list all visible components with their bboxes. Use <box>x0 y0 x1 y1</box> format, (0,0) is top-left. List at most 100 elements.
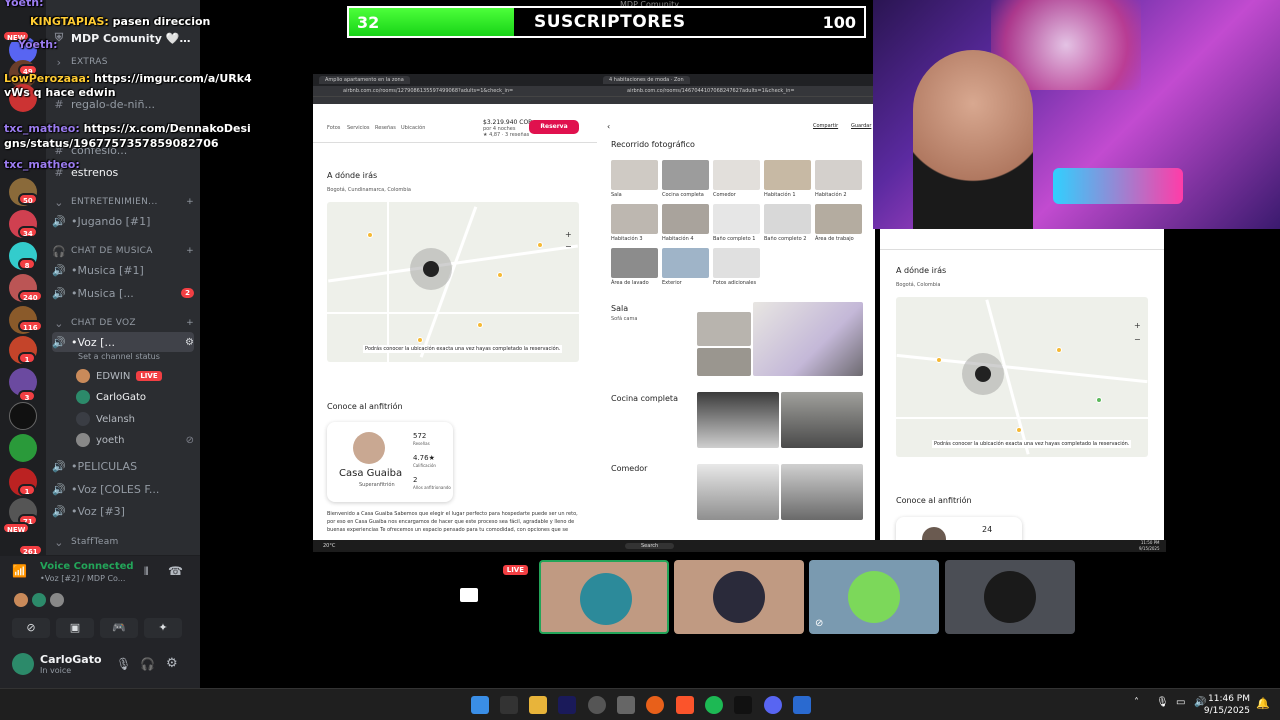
app-icon[interactable] <box>646 696 664 714</box>
photo-tour-thumb[interactable] <box>611 204 658 234</box>
nav-ubicacion[interactable]: Ubicación <box>401 125 425 131</box>
browser-tab[interactable]: Amplio apartamento en la zona <box>319 76 410 84</box>
clock[interactable]: 11:46 PM 9/15/2025 <box>1204 693 1250 717</box>
channel-voz-coles[interactable]: 🔊 •Voz [COLES F... <box>52 479 194 499</box>
back-icon[interactable]: ‹ <box>607 122 610 131</box>
set-channel-status[interactable]: Set a channel status <box>78 352 160 361</box>
save-button[interactable]: Guardar <box>851 123 871 129</box>
add-channel-icon[interactable]: + <box>186 197 194 207</box>
photo-tour-thumb[interactable] <box>713 160 760 190</box>
photo-tour-thumb[interactable] <box>713 204 760 234</box>
spotify-icon[interactable] <box>705 696 723 714</box>
category-extras[interactable]: › EXTRAS <box>52 52 194 72</box>
photo-tour-thumb[interactable] <box>662 204 709 234</box>
share-button[interactable]: Compartir <box>813 123 838 129</box>
photo[interactable] <box>697 464 779 520</box>
avatar <box>32 593 46 607</box>
category-musica[interactable]: 🎧 CHAT DE MUSICA + <box>52 241 194 261</box>
zoom-in-icon[interactable]: + <box>1134 321 1141 330</box>
camera-off-button[interactable]: ⊘ <box>12 618 50 638</box>
brave-icon[interactable] <box>676 696 694 714</box>
discord-icon[interactable] <box>764 696 782 714</box>
add-channel-icon[interactable]: + <box>186 246 194 256</box>
nav-servicios[interactable]: Servicios <box>347 125 369 131</box>
channel-voz-3[interactable]: 🔊 •Voz [#3] <box>52 501 194 521</box>
location-map[interactable]: + − Podrás conocer la ubicación exacta u… <box>896 297 1148 457</box>
voice-user[interactable]: yoeth ⊘ <box>76 430 194 450</box>
screen-share-button[interactable]: ▣ <box>56 618 94 638</box>
gear-icon[interactable]: ⚙ <box>166 656 178 671</box>
category-entretenimiento[interactable]: ⌄ ENTRETENIMIEN... + <box>52 192 194 212</box>
photo[interactable] <box>697 312 751 346</box>
category-voz[interactable]: ⌄ CHAT DE VOZ + <box>52 313 194 333</box>
activity-button[interactable]: 🎮 <box>100 618 138 638</box>
voice-user[interactable]: CarloGato <box>76 387 194 407</box>
photo-tour-thumb[interactable] <box>662 160 709 190</box>
photo-tour-thumb[interactable] <box>662 248 709 278</box>
channel-musica-1[interactable]: 🔊 •Musica [#1] <box>52 260 194 280</box>
photo-tour-thumb[interactable] <box>764 204 811 234</box>
category-staff[interactable]: ⌄ StaffTeam <box>52 532 194 552</box>
channel-voz-active[interactable]: 🔊 •Voz [... ⚙ <box>52 332 194 352</box>
avatar[interactable] <box>12 653 34 675</box>
reserve-button[interactable]: Reserva <box>529 120 579 134</box>
file-explorer-icon[interactable] <box>529 696 547 714</box>
obs-icon[interactable] <box>588 696 606 714</box>
tiktok-icon[interactable] <box>734 696 752 714</box>
noise-icon[interactable]: ⫴ <box>144 565 149 579</box>
add-channel-icon[interactable]: + <box>186 318 194 328</box>
server-header[interactable]: ⛨ MDP Comunity 🤍 ... <box>52 28 194 48</box>
settings-icon[interactable]: ⚙ <box>185 337 194 348</box>
network-icon[interactable]: ▭ <box>1176 697 1185 708</box>
photo-tour-thumb[interactable] <box>815 204 862 234</box>
app-icon[interactable] <box>617 696 635 714</box>
address-bar[interactable]: airbnb.com.co/rooms/1467044107068247627a… <box>597 86 875 96</box>
notification-icon[interactable]: 🔔 <box>1256 697 1270 710</box>
photo[interactable] <box>697 392 779 448</box>
photo[interactable] <box>697 348 751 376</box>
nav-fotos[interactable]: Fotos <box>327 125 340 131</box>
photo[interactable] <box>781 392 863 448</box>
microphone-icon[interactable]: 🎙 <box>116 657 131 671</box>
photo-tour-thumb[interactable] <box>713 248 760 278</box>
start-icon[interactable] <box>471 696 489 714</box>
host-card[interactable]: 24 <box>896 517 1022 540</box>
voice-user[interactable]: Velansh <box>76 409 194 429</box>
voice-status[interactable]: Voice Connected <box>40 561 134 572</box>
channel-jugando[interactable]: 🔊 •Jugando [#1] <box>52 211 194 231</box>
chevron-up-icon[interactable]: ˄ <box>1134 697 1139 708</box>
participant-tile[interactable] <box>945 560 1075 634</box>
soundboard-button[interactable]: ✦ <box>144 618 182 638</box>
microphone-icon[interactable]: 🎙 <box>1156 697 1169 708</box>
photo[interactable] <box>781 464 863 520</box>
photo-tour-thumb[interactable] <box>764 160 811 190</box>
browser-tab[interactable]: 4 habitaciones de moda · Zon <box>603 76 690 84</box>
section-comedor: Comedor <box>611 464 648 473</box>
zoom-out-icon[interactable]: − <box>1134 335 1141 344</box>
server-icon[interactable] <box>9 434 37 462</box>
address-bar[interactable]: airbnb.com.co/rooms/1279086135597499068?… <box>313 86 597 96</box>
participant-tile[interactable]: ⊘ <box>809 560 939 634</box>
participant-tile[interactable] <box>539 560 669 634</box>
photo[interactable] <box>753 302 863 376</box>
photo-tour-thumb[interactable] <box>815 160 862 190</box>
inner-search[interactable]: Search <box>625 543 675 549</box>
nav-resenas[interactable]: Reseñas <box>375 125 396 131</box>
participant-tile[interactable]: LIVE <box>404 560 534 634</box>
participant-tile[interactable] <box>674 560 804 634</box>
disconnect-icon[interactable]: ☎ <box>168 564 183 578</box>
channel-peliculas[interactable]: 🔊 •PELICULAS <box>52 456 194 476</box>
epic-games-icon[interactable] <box>500 696 518 714</box>
premiere-icon[interactable] <box>558 696 576 714</box>
voice-user[interactable]: EDWIN LIVE <box>76 366 194 386</box>
channel-musica-2[interactable]: 🔊 •Musica [... 2 <box>52 283 194 303</box>
headphones-icon[interactable]: 🎧 <box>140 657 155 671</box>
host-card[interactable]: Casa Guaiba Superanfitrión 572 Reseñas 4… <box>327 422 453 502</box>
server-icon[interactable] <box>9 402 37 430</box>
photo-tour-thumb[interactable] <box>611 248 658 278</box>
zoom-in-icon[interactable]: + <box>565 230 572 239</box>
zoom-out-icon[interactable]: − <box>565 242 572 251</box>
location-map[interactable]: + − Podrás conocer la ubicación exacta u… <box>327 202 579 362</box>
notepad-icon[interactable] <box>793 696 811 714</box>
photo-tour-thumb[interactable] <box>611 160 658 190</box>
